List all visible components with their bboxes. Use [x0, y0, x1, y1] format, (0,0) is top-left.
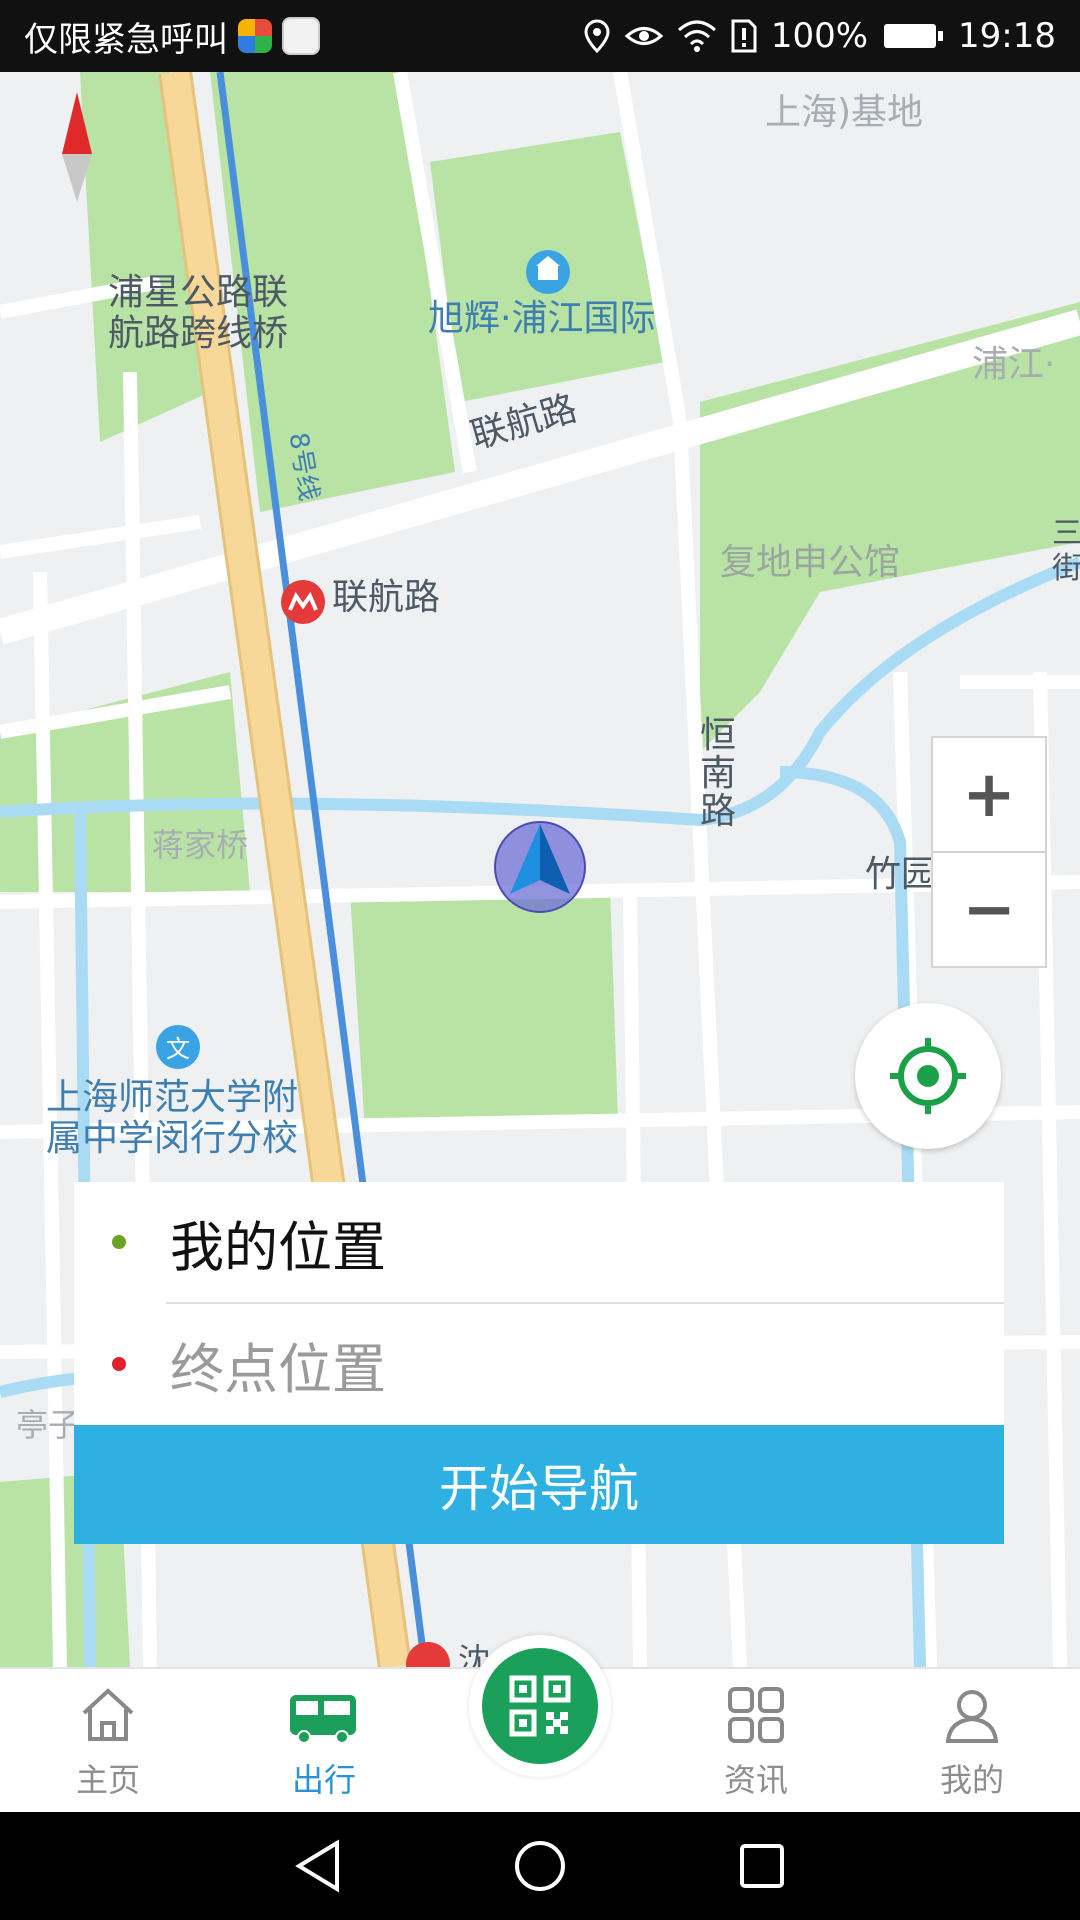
origin-field[interactable]: 我的位置: [74, 1182, 1004, 1302]
tab-me-label: 我的: [939, 1761, 1004, 1799]
zoom-in-button[interactable]: +: [933, 738, 1045, 851]
battery-icon: [884, 24, 944, 48]
bus-icon: [290, 1695, 356, 1744]
my-location-marker: [494, 821, 586, 913]
tab-travel[interactable]: 出行: [244, 1677, 404, 1801]
recents-icon[interactable]: [737, 1841, 787, 1891]
wifi-icon: [677, 20, 716, 52]
tab-news-label: 资讯: [723, 1761, 788, 1799]
tab-travel-label: 出行: [291, 1761, 356, 1799]
map-label-base: 上海)基地: [765, 92, 924, 133]
svg-text:文: 文: [166, 1035, 190, 1063]
building-poi-icon: [526, 250, 570, 294]
map-label-school: 上海师范大学附 属中学闵行分校: [46, 1077, 299, 1160]
map-label-right-edge: 三 街: [1052, 516, 1080, 586]
carrier-text: 仅限紧急呼叫: [24, 19, 228, 60]
origin-dot: [112, 1235, 126, 1249]
tab-me[interactable]: 我的: [892, 1677, 1052, 1801]
tab-home[interactable]: 主页: [28, 1677, 188, 1801]
map-label-jiangjia-bridge: 蒋家桥: [152, 826, 249, 864]
qr-code-icon: [509, 1675, 571, 1737]
back-icon[interactable]: [293, 1839, 343, 1893]
start-navigation-button[interactable]: 开始导航: [74, 1425, 1004, 1544]
map-label-fudi: 复地申公馆: [720, 542, 901, 583]
system-nav-bar: [0, 1812, 1080, 1920]
school-poi-icon: 文: [156, 1025, 200, 1069]
app-icon-map: [282, 17, 320, 55]
metro-station-icon: [281, 580, 325, 624]
locate-button[interactable]: [855, 1003, 1001, 1149]
app-icon-colorful: [238, 19, 272, 53]
clock: 19:18: [958, 16, 1056, 56]
home-circle-icon[interactable]: [513, 1839, 567, 1893]
map-label-xuhui: 旭辉·浦江国际: [428, 298, 656, 339]
tab-news[interactable]: 资讯: [676, 1677, 836, 1801]
destination-placeholder: 终点位置: [170, 1337, 386, 1401]
home-icon: [82, 1688, 134, 1741]
zoom-out-button[interactable]: −: [933, 851, 1045, 966]
sim-alert-icon: [731, 19, 757, 53]
metro-station-icon-bottom: [406, 1642, 450, 1667]
locate-target-icon: [890, 1038, 966, 1114]
map-label-pujiang: 浦江·: [972, 344, 1056, 385]
map-label-metro-station: 联航路: [332, 577, 441, 618]
map-label-bridge: 浦星公路联 航路跨线桥: [108, 272, 289, 355]
tab-home-label: 主页: [75, 1761, 140, 1799]
battery-percent: 100%: [770, 16, 869, 56]
location-icon: [584, 19, 610, 53]
eye-icon: [624, 27, 663, 45]
user-icon: [945, 1690, 999, 1743]
origin-text: 我的位置: [170, 1215, 386, 1279]
map-label-hengnan-road: 恒 南 路: [700, 715, 737, 832]
destination-dot: [112, 1357, 126, 1371]
scan-button[interactable]: [469, 1635, 611, 1777]
scan-button-inner: [482, 1648, 598, 1764]
zoom-controls: + −: [931, 736, 1047, 968]
grid-icon: [728, 1687, 784, 1743]
status-bar: 仅限紧急呼叫 100% 19:18: [0, 0, 1080, 72]
map-label-tingzi: 亭子: [16, 1406, 81, 1444]
green-area-center: [350, 887, 618, 1132]
destination-field[interactable]: 终点位置: [74, 1304, 1004, 1424]
